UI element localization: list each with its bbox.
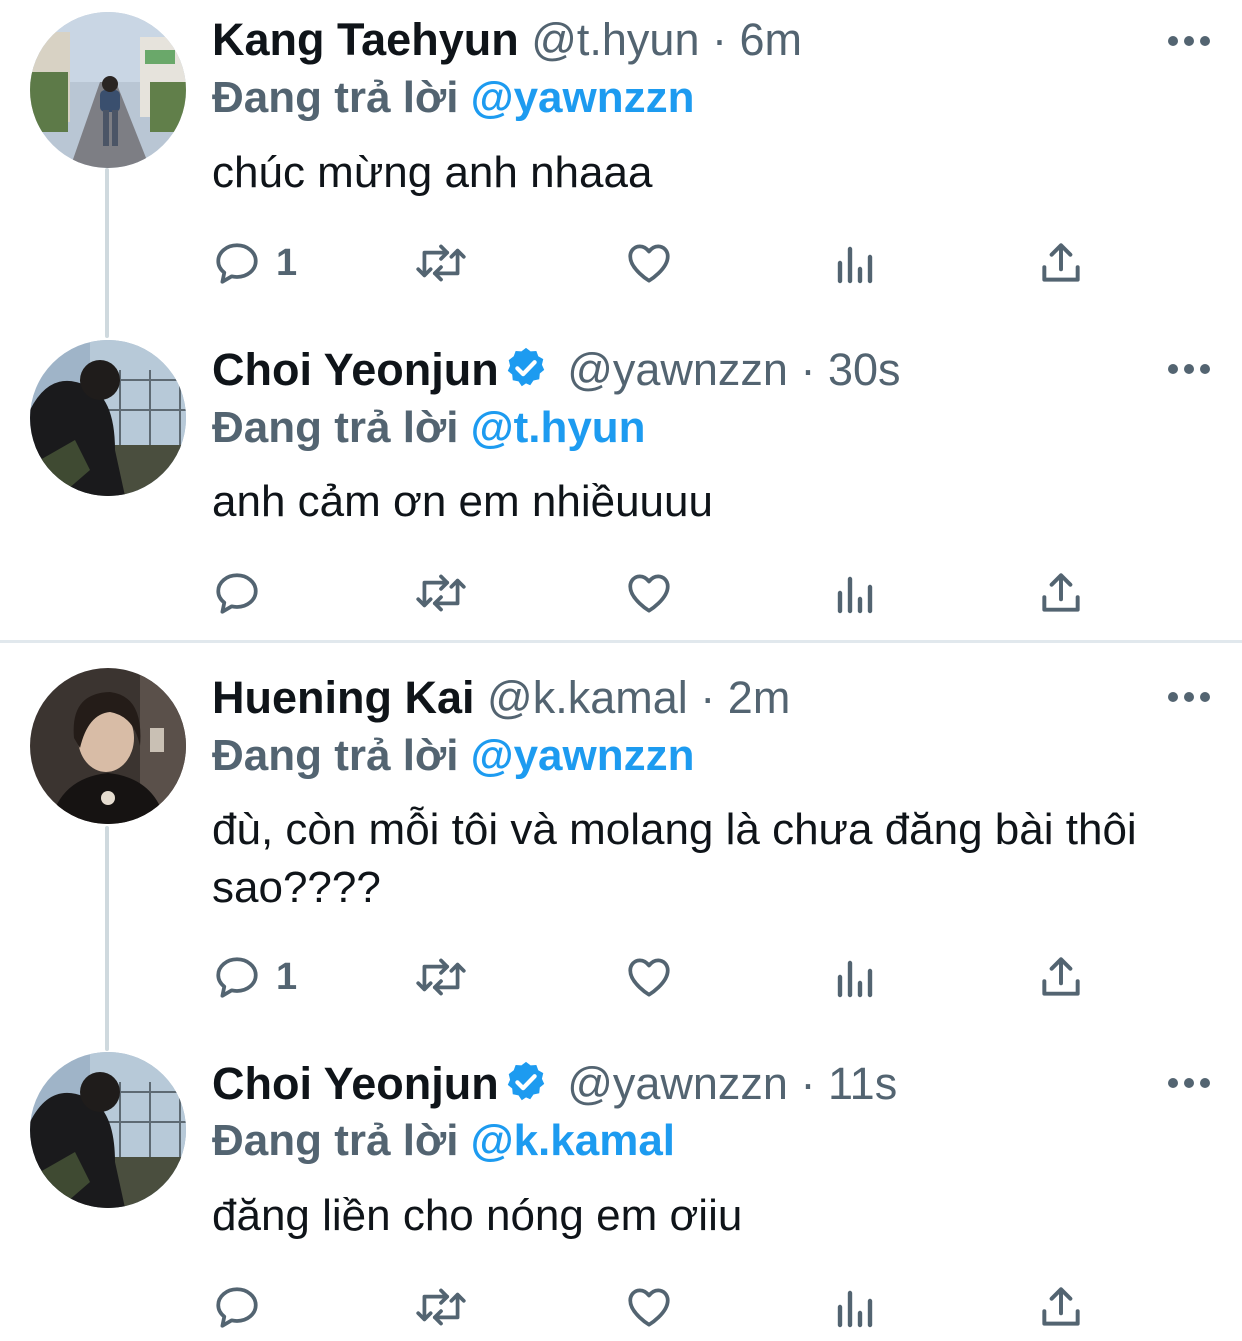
share-button[interactable]: [1036, 568, 1086, 618]
analytics-icon: [837, 1290, 873, 1328]
thread-connector-line: [105, 826, 109, 1051]
tweet-header: Choi Yeonjun @yawnzzn · 11s: [212, 1058, 897, 1110]
tweet-actions: 1: [212, 952, 1112, 1002]
mention-link[interactable]: @yawnzzn: [471, 73, 695, 122]
user-handle[interactable]: @k.kamal: [487, 672, 688, 723]
heart-icon: [628, 1288, 670, 1327]
reply-count: 1: [276, 241, 298, 284]
display-name[interactable]: Huening Kai: [212, 672, 475, 723]
reply-button[interactable]: 1: [212, 238, 297, 288]
tweet-text: chúc mừng anh nhaaa: [212, 148, 653, 197]
thread-connector-line: [105, 168, 109, 338]
display-name[interactable]: Choi Yeonjun: [212, 344, 499, 395]
more-options-icon[interactable]: [1166, 354, 1212, 384]
analytics-icon: [837, 576, 873, 614]
tweet-actions: [212, 1282, 1112, 1332]
like-button[interactable]: [624, 238, 674, 288]
retweet-icon: [416, 1288, 466, 1326]
separator-dot: ·: [800, 344, 816, 395]
separator-dot: ·: [800, 1058, 816, 1109]
analytics-button[interactable]: [832, 1282, 880, 1332]
analytics-button[interactable]: [832, 952, 880, 1002]
reply-button[interactable]: [212, 1282, 276, 1332]
timestamp[interactable]: 11s: [828, 1058, 897, 1109]
share-icon: [1042, 243, 1080, 282]
like-button[interactable]: [624, 1282, 674, 1332]
reply-icon: [216, 1287, 258, 1328]
tweet-text: đù, còn mỗi tôi và molang là chưa đăng b…: [212, 805, 1137, 912]
analytics-button[interactable]: [832, 568, 880, 618]
avatar-photo: [30, 340, 186, 496]
retweet-button[interactable]: [412, 238, 470, 288]
heart-icon: [628, 244, 670, 283]
separator-dot: ·: [700, 672, 716, 723]
timestamp[interactable]: 2m: [728, 672, 791, 723]
user-handle[interactable]: @yawnzzn: [567, 1058, 788, 1109]
avatar[interactable]: [30, 668, 186, 824]
replying-to-label: Đang trả lời: [212, 73, 459, 122]
user-handle[interactable]: @t.hyun: [531, 14, 699, 65]
separator-dot: ·: [712, 14, 728, 65]
display-name[interactable]: Kang Taehyun: [212, 14, 519, 65]
user-handle[interactable]: @yawnzzn: [567, 344, 788, 395]
tweet-text: anh cảm ơn em nhiềuuuu: [212, 477, 713, 526]
retweet-icon: [416, 244, 466, 282]
tweet-actions: 1: [212, 238, 1112, 288]
reply-count: 1: [276, 955, 298, 998]
mention-link[interactable]: @k.kamal: [471, 1116, 675, 1165]
like-button[interactable]: [624, 568, 674, 618]
more-options-icon[interactable]: [1166, 682, 1212, 712]
reply-button[interactable]: 1: [212, 952, 297, 1002]
avatar-photo: [30, 1052, 186, 1208]
reply-button[interactable]: [212, 568, 276, 618]
replying-to-label: Đang trả lời: [212, 403, 459, 452]
reply-icon: [216, 243, 258, 284]
heart-icon: [628, 958, 670, 997]
share-icon: [1042, 1287, 1080, 1326]
avatar[interactable]: [30, 12, 186, 168]
share-icon: [1042, 573, 1080, 612]
retweet-icon: [416, 958, 466, 996]
retweet-button[interactable]: [412, 952, 470, 1002]
replying-to-label: Đang trả lời: [212, 731, 459, 780]
analytics-button[interactable]: [832, 238, 880, 288]
retweet-icon: [416, 574, 466, 612]
tweet-header: Huening Kai @k.kamal · 2m: [212, 672, 790, 724]
more-options-icon[interactable]: [1166, 26, 1212, 56]
timestamp[interactable]: 30s: [828, 344, 901, 395]
like-button[interactable]: [624, 952, 674, 1002]
thread-divider: [0, 640, 1242, 643]
verified-badge-icon: [507, 1061, 544, 1101]
replying-to: Đang trả lời @yawnzzn: [212, 72, 695, 124]
share-icon: [1042, 957, 1080, 996]
tweet-header: Kang Taehyun @t.hyun · 6m: [212, 14, 802, 66]
avatar[interactable]: [30, 340, 186, 496]
share-button[interactable]: [1036, 1282, 1086, 1332]
analytics-icon: [837, 246, 873, 284]
heart-icon: [628, 574, 670, 613]
share-button[interactable]: [1036, 238, 1086, 288]
tweet-actions: [212, 568, 1112, 618]
tweet-text: đăng liền cho nóng em ơiiu: [212, 1191, 743, 1240]
mention-link[interactable]: @t.hyun: [471, 403, 646, 452]
tweet-header: Choi Yeonjun @yawnzzn · 30s: [212, 344, 901, 396]
analytics-icon: [837, 960, 873, 998]
replying-to: Đang trả lời @t.hyun: [212, 402, 646, 454]
display-name[interactable]: Choi Yeonjun: [212, 1058, 499, 1109]
replying-to-label: Đang trả lời: [212, 1116, 459, 1165]
retweet-button[interactable]: [412, 1282, 470, 1332]
avatar[interactable]: [30, 1052, 186, 1208]
share-button[interactable]: [1036, 952, 1086, 1002]
more-options-icon[interactable]: [1166, 1068, 1212, 1098]
avatar-photo: [30, 12, 186, 168]
reply-icon: [216, 957, 258, 998]
retweet-button[interactable]: [412, 568, 470, 618]
replying-to: Đang trả lời @k.kamal: [212, 1115, 675, 1167]
avatar-photo: [30, 668, 186, 824]
replying-to: Đang trả lời @yawnzzn: [212, 730, 695, 782]
mention-link[interactable]: @yawnzzn: [471, 731, 695, 780]
timestamp[interactable]: 6m: [740, 14, 803, 65]
reply-icon: [216, 573, 258, 614]
verified-badge-icon: [507, 347, 544, 387]
